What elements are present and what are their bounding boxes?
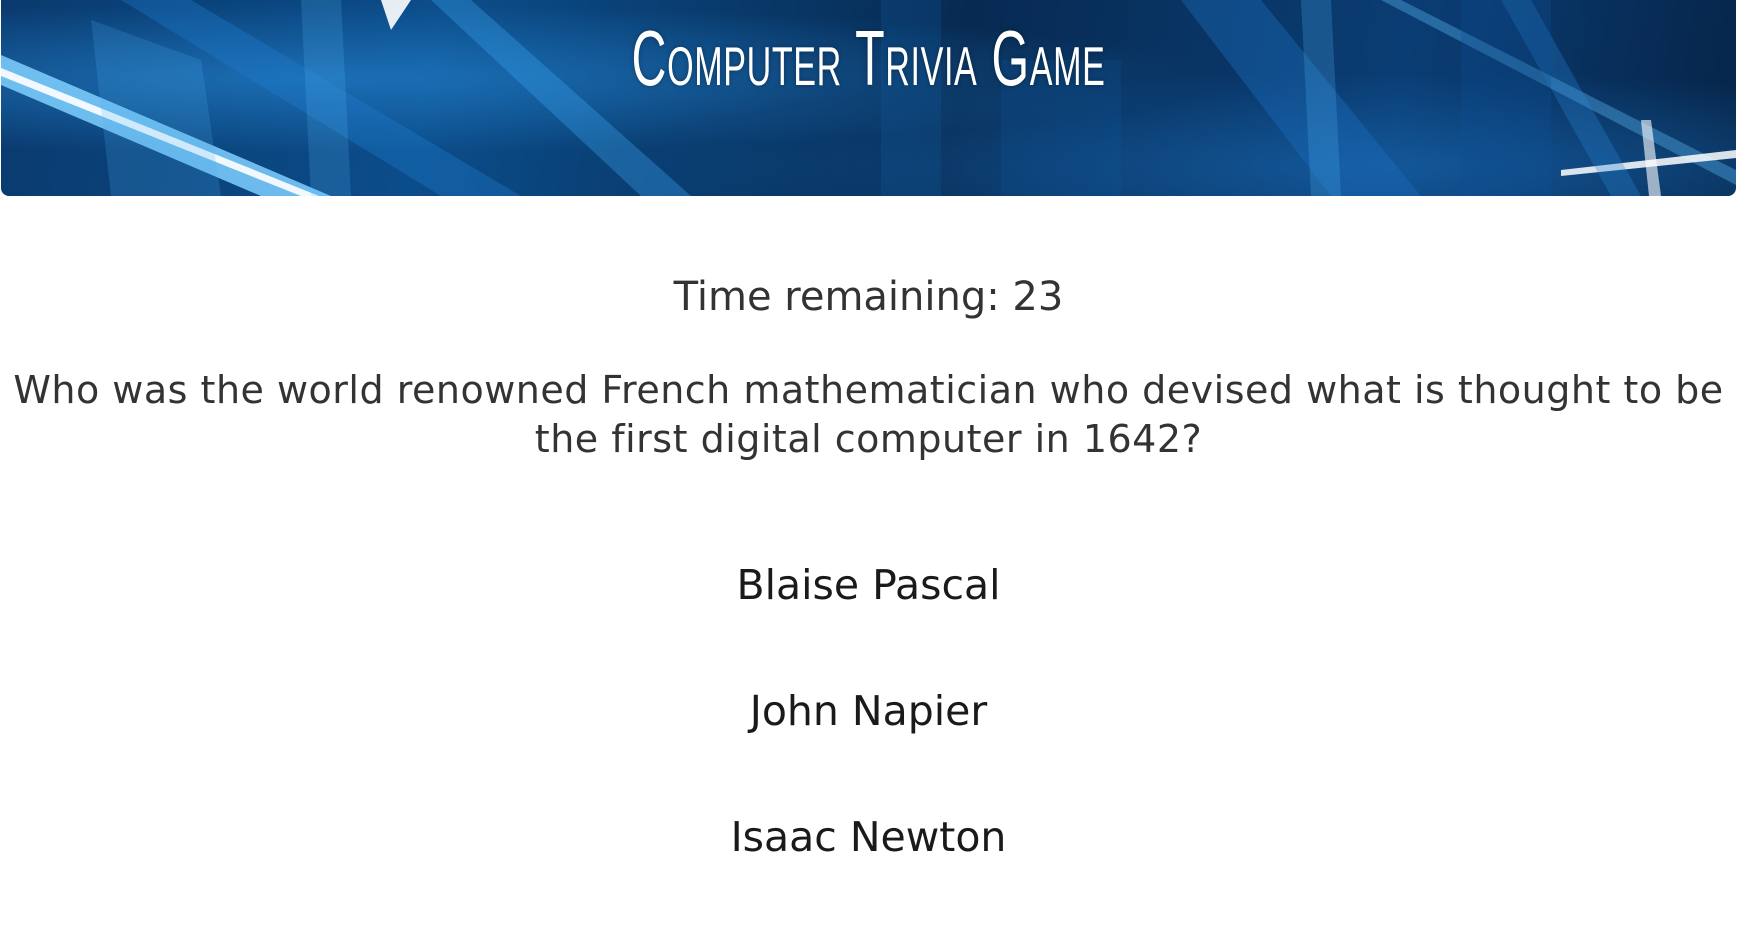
answer-option[interactable]: Blaise Pascal [659, 554, 1079, 616]
page-title: Computer Trivia Game [631, 14, 1106, 102]
answer-list: Blaise Pascal John Napier Isaac Newton [0, 554, 1737, 932]
answer-option[interactable]: Isaac Newton [659, 806, 1079, 868]
question-text: Who was the world renowned French mathem… [13, 368, 1724, 461]
header-banner: Computer Trivia Game [1, 0, 1736, 196]
time-remaining: Time remaining: 23 [673, 274, 1064, 320]
answer-option[interactable]: John Napier [659, 680, 1079, 742]
